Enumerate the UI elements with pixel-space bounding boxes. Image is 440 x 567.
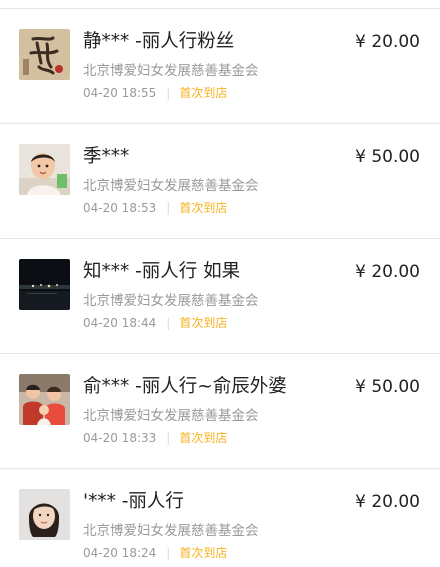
separator: | [166, 431, 171, 445]
donation-item[interactable]: 静*** -丽人行粉丝 ¥ 20.00 北京博爱妇女发展慈善基金会 04-20 … [0, 9, 440, 124]
donation-meta: 04-20 18:53 | 首次到店 [83, 199, 227, 217]
donor-name: 知*** -丽人行 如果 [83, 261, 241, 282]
donor-name: '*** -丽人行 [83, 491, 184, 512]
avatar [19, 374, 70, 425]
status-label: 首次到店 [179, 546, 228, 560]
donation-amount: ¥ 50.00 [355, 374, 420, 400]
status-label: 首次到店 [179, 316, 228, 330]
avatar [19, 144, 70, 195]
amount-value: 20.00 [371, 32, 420, 52]
currency-symbol: ¥ [355, 32, 366, 52]
status-label: 首次到店 [179, 86, 228, 100]
calligraphy-avatar-icon [19, 29, 70, 80]
status-label: 首次到店 [179, 431, 228, 445]
donation-meta: 04-20 18:55 | 首次到店 [83, 84, 227, 102]
woman-avatar-icon [19, 489, 70, 540]
amount-value: 50.00 [371, 147, 420, 167]
currency-symbol: ¥ [355, 147, 366, 167]
avatar [19, 29, 70, 80]
avatar [19, 489, 70, 540]
avatar [19, 259, 70, 310]
donation-amount: ¥ 20.00 [355, 489, 420, 515]
family-avatar-icon [19, 374, 70, 425]
organization-name: 北京博爱妇女发展慈善基金会 [83, 178, 259, 194]
night-skyline-avatar-icon [19, 259, 70, 310]
donation-time: 04-20 18:33 [83, 431, 157, 445]
donation-item[interactable]: '*** -丽人行 ¥ 20.00 北京博爱妇女发展慈善基金会 04-20 18… [0, 469, 440, 567]
donation-amount: ¥ 20.00 [355, 29, 420, 55]
status-label: 首次到店 [179, 201, 228, 215]
organization-name: 北京博爱妇女发展慈善基金会 [83, 63, 259, 79]
separator: | [166, 86, 171, 100]
donation-time: 04-20 18:55 [83, 86, 157, 100]
donor-name: 俞*** -丽人行~俞辰外婆 [83, 376, 287, 397]
baby-avatar-icon [19, 144, 70, 195]
donor-name: 静*** -丽人行粉丝 [83, 31, 235, 52]
donation-amount: ¥ 50.00 [355, 144, 420, 170]
amount-value: 20.00 [371, 492, 420, 512]
donation-item[interactable]: 季*** ¥ 50.00 北京博爱妇女发展慈善基金会 04-20 18:53 | 首… [0, 124, 440, 239]
donation-time: 04-20 18:44 [83, 316, 157, 330]
donation-meta: 04-20 18:24 | 首次到店 [83, 544, 227, 562]
currency-symbol: ¥ [355, 262, 366, 282]
donation-item[interactable]: 俞*** -丽人行~俞辰外婆 ¥ 50.00 北京博爱妇女发展慈善基金会 04-… [0, 354, 440, 469]
amount-value: 50.00 [371, 377, 420, 397]
donation-time: 04-20 18:53 [83, 201, 157, 215]
currency-symbol: ¥ [355, 377, 366, 397]
donation-time: 04-20 18:24 [83, 546, 157, 560]
currency-symbol: ¥ [355, 492, 366, 512]
amount-value: 20.00 [371, 262, 420, 282]
donor-name: 季*** [83, 146, 130, 167]
organization-name: 北京博爱妇女发展慈善基金会 [83, 293, 259, 309]
separator: | [166, 201, 171, 215]
organization-name: 北京博爱妇女发展慈善基金会 [83, 408, 259, 424]
donation-item[interactable]: 知*** -丽人行 如果 ¥ 20.00 北京博爱妇女发展慈善基金会 04-20… [0, 239, 440, 354]
separator: | [166, 546, 171, 560]
donation-list: 静*** -丽人行粉丝 ¥ 20.00 北京博爱妇女发展慈善基金会 04-20 … [0, 0, 440, 567]
donation-meta: 04-20 18:33 | 首次到店 [83, 429, 227, 447]
organization-name: 北京博爱妇女发展慈善基金会 [83, 523, 259, 539]
donation-amount: ¥ 20.00 [355, 259, 420, 285]
donation-meta: 04-20 18:44 | 首次到店 [83, 314, 227, 332]
separator: | [166, 316, 171, 330]
